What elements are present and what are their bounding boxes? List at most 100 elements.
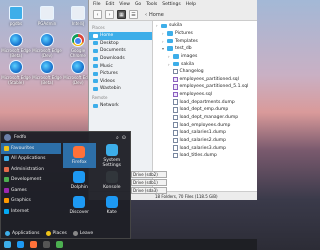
pin-icon[interactable]: ⊙ [122,135,126,141]
sidebar-item-downloads[interactable]: Downloads [89,55,152,63]
taskbar [0,239,257,250]
footer-leave[interactable]: Leave [72,230,93,236]
sidebar-item-documents[interactable]: Documents [89,47,152,55]
sql-file-icon [173,84,178,90]
tree-row[interactable]: Changelog [153,68,257,76]
menu-item-file[interactable]: File [93,2,101,7]
menu-item-tools[interactable]: Tools [146,2,157,7]
tree-row[interactable]: load_titles.dump [153,152,257,160]
folder-icon [93,64,98,69]
app-konsole[interactable]: Konsole [96,168,129,193]
tree-row[interactable]: load_salaries1.dump [153,129,257,137]
tree-row[interactable]: load_salaries3.dump [153,144,257,152]
desktop-icon[interactable]: Microsoft Edge (Dev) [32,33,62,58]
app-system-settings[interactable]: System Settings [96,143,129,168]
chrome-icon[interactable] [56,241,63,248]
desktop-icon[interactable]: PGAdmin [32,6,62,26]
desktop-icon[interactable]: Microsoft Edge (Beta) [1,33,31,58]
folder-icon [93,71,98,76]
menu-item-help[interactable]: Help [186,2,196,7]
avatar[interactable] [4,134,11,141]
tree-row[interactable]: › sukila [153,22,257,30]
desktop-icon-label: Google Chrome [70,48,86,58]
launcher-footer: Applications Places Leave [1,228,130,238]
tree-row[interactable]: employees_partitioned_5.1.sql [153,83,257,91]
app-launcher-icon[interactable] [4,241,11,248]
tree-row[interactable]: load_departments.dump [153,98,257,106]
search-icon[interactable]: ⌕ [116,135,119,141]
home-breadcrumb[interactable]: Home [149,12,164,18]
tree-row[interactable]: load_dept_manager.dump [153,114,257,122]
category-all-applications[interactable]: All Applications [1,154,61,165]
compact-view-button[interactable]: ☰ [129,10,138,19]
tree-row[interactable]: employees_partitioned.sql [153,75,257,83]
footer-places[interactable]: Places [45,230,67,236]
desktop-icon[interactable]: Microsoft Edge (Stable) [1,60,31,85]
sidebar-item-pictures[interactable]: Pictures [89,70,152,78]
app-kate[interactable]: Kate [96,193,129,218]
category-internet[interactable]: Internet [1,206,61,217]
dolphin-icon[interactable] [17,241,24,248]
app-firefox[interactable]: Firefox [63,143,96,168]
menu-item-go[interactable]: Go [135,2,141,7]
file-icon [173,145,178,151]
tree-row[interactable]: load_salaries2.dump [153,137,257,145]
breadcrumb[interactable]: ‹ Home [145,12,164,18]
tree-row[interactable]: ▾ test_db [153,45,257,53]
app-discover[interactable]: Discover [63,193,96,218]
sidebar-item-videos[interactable]: Videos [89,78,152,86]
tree-item-label: images [181,53,198,59]
back-button[interactable]: ‹ [93,10,102,19]
system-settings-icon [105,143,118,156]
tree-row[interactable]: load_employees.dump [153,121,257,129]
menu-item-settings[interactable]: Settings [162,2,180,7]
category-label: Internet [11,208,29,214]
sidebar-item-label: Pictures [100,71,118,77]
tree-row[interactable]: › Pictures [153,30,257,38]
category-administration[interactable]: Administration [1,164,61,175]
app-label: Firefox [71,160,87,165]
category-games[interactable]: Games [1,185,61,196]
category-development[interactable]: Development [1,175,61,186]
tree-row[interactable]: › Templates [153,37,257,45]
app-label: Konsole [103,185,121,190]
menu-item-edit[interactable]: Edit [106,2,115,7]
tree-row[interactable]: › images [153,53,257,61]
tree-item-label: Templates [175,38,198,44]
category-label: Development [11,177,42,183]
sidebar-item-network[interactable]: Network [89,102,152,110]
desktop-icon[interactable]: pgdbs [1,6,31,26]
device-tooltip: Drive (sdb2) [131,171,167,178]
tree-row[interactable]: load_dept_emp.dump [153,106,257,114]
tree-item-label: employees.sql [179,92,212,98]
tree-row[interactable]: › sakila [153,60,257,68]
sidebar-item-home[interactable]: Home [89,32,152,40]
sidebar-item-wastebin[interactable]: Wastebin [89,85,152,93]
forward-button[interactable]: › [105,10,114,19]
icon-view-button[interactable]: ▦ [117,10,126,19]
tree-item-label: load_salaries3.dump [179,145,226,151]
places-icon [45,230,51,236]
app-dolphin[interactable]: Dolphin [63,168,96,193]
menu-item-view[interactable]: View [119,2,130,7]
category-favourites[interactable]: Favourites [1,143,61,154]
category-graphics[interactable]: Graphics [1,196,61,207]
tree-item-label: employees_partitioned.sql [179,76,239,82]
chevron-left-icon: ‹ [145,11,147,18]
sidebar-item-desktop[interactable]: Desktop [89,40,152,48]
firefox-icon[interactable] [30,241,37,248]
sidebar-item-label: Home [100,33,114,39]
tree-row[interactable]: employees.sql [153,91,257,99]
category-label: Graphics [11,198,31,204]
footer-label: Places [52,230,67,236]
folder-icon [9,6,23,20]
sidebar-item-label: Downloads [100,56,125,62]
sidebar-item-music[interactable]: Music [89,62,152,70]
footer-applications[interactable]: Applications [5,230,40,236]
folder-icon [173,61,179,67]
app-grid: Firefox System Settings Dolphin Konsole Disc… [63,143,128,228]
desktop-icon[interactable]: Microsoft Edge (Beta) [32,60,62,85]
tree-item-label: load_dept_emp.dump [179,107,229,113]
konsole-icon[interactable] [43,241,50,248]
file-tree: › sukila › Pictures › Templates ▾ test_db › image… [153,21,257,191]
